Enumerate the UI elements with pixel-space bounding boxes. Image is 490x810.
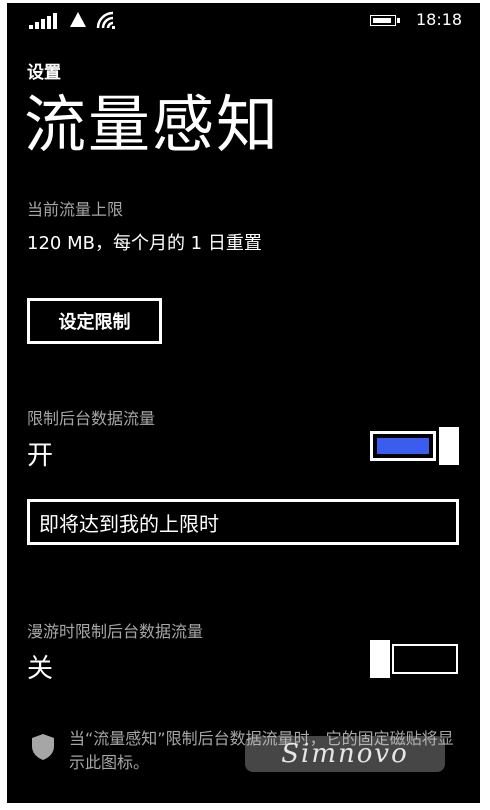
roaming-restrict-state: 关	[27, 654, 54, 684]
set-limit-button[interactable]: 设定限制	[27, 298, 162, 344]
toggle-thumb[interactable]	[439, 427, 459, 465]
app-title: 设置	[27, 63, 61, 83]
toggle-thumb[interactable]	[370, 640, 390, 678]
clock: 18:18	[416, 10, 463, 29]
current-limit-value: 120 MB，每个月的 1 日重置	[27, 233, 262, 254]
battery-tip	[397, 18, 400, 23]
toggle-track	[370, 431, 436, 461]
settings-screen: 18:18 设置 流量感知 当前流量上限 120 MB，每个月的 1 日重置 设…	[7, 3, 480, 803]
wifi-icon	[96, 11, 115, 29]
page-title: 流量感知	[24, 88, 281, 161]
toggle-track	[392, 644, 458, 674]
status-bar: 18:18	[7, 3, 480, 39]
background-restrict-toggle[interactable]	[370, 427, 460, 465]
background-restrict-label: 限制后台数据流量	[27, 409, 156, 428]
shield-icon	[32, 734, 54, 760]
background-restrict-state: 开	[27, 441, 54, 471]
battery-icon	[370, 15, 396, 26]
watermark: Simnovo	[245, 736, 445, 772]
roaming-restrict-label: 漫游时限制后台数据流量	[27, 622, 204, 641]
restrict-when-value: 即将达到我的上限时	[39, 511, 219, 536]
restrict-when-select[interactable]: 即将达到我的上限时	[27, 499, 459, 545]
signal-strength-icon	[29, 13, 57, 29]
toggle-fill	[377, 438, 429, 454]
data-connection-icon	[70, 12, 86, 27]
current-limit-label: 当前流量上限	[27, 200, 124, 219]
roaming-restrict-toggle[interactable]	[370, 640, 460, 678]
